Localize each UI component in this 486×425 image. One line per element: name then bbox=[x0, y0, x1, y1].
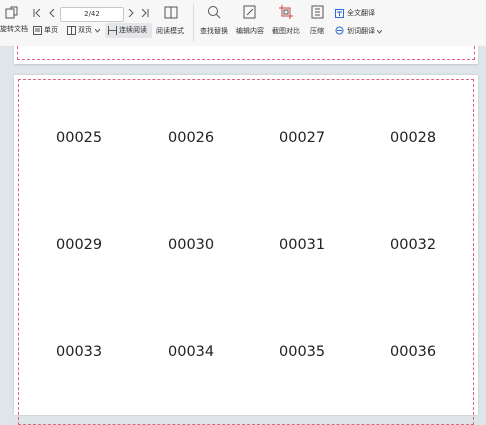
number-cell: 00026 bbox=[168, 130, 215, 146]
number-cell: 00030 bbox=[168, 237, 215, 253]
continuous-read-button[interactable]: 连续阅读 bbox=[105, 23, 152, 38]
number-cell: 00027 bbox=[279, 130, 326, 146]
number-cell: 00029 bbox=[56, 237, 103, 253]
toolbar-divider bbox=[193, 4, 194, 42]
find-replace-label[interactable]: 查找替换 bbox=[200, 27, 228, 36]
single-page-icon bbox=[33, 26, 42, 35]
read-mode-icon[interactable] bbox=[164, 6, 178, 19]
double-page-icon bbox=[67, 26, 76, 35]
previous-page-bottom bbox=[14, 46, 478, 64]
double-page-label: 双页 bbox=[78, 26, 92, 34]
word-translate-icon[interactable] bbox=[335, 26, 344, 35]
number-cell: 00036 bbox=[390, 344, 437, 360]
full-translate-label[interactable]: 全文翻译 bbox=[347, 9, 375, 18]
next-page-icon[interactable] bbox=[127, 9, 135, 17]
rotate-document-icon[interactable] bbox=[5, 6, 19, 20]
number-cell: 00031 bbox=[279, 237, 326, 253]
double-page-button[interactable]: 双页 bbox=[65, 24, 103, 37]
search-icon[interactable] bbox=[207, 5, 221, 19]
current-page: 00025 00026 00027 00028 00029 00030 0003… bbox=[14, 75, 478, 425]
compress-icon[interactable] bbox=[311, 5, 324, 19]
screenshot-compare-icon[interactable] bbox=[279, 5, 293, 19]
number-cell: 00028 bbox=[390, 130, 437, 146]
full-translate-icon[interactable] bbox=[335, 9, 344, 18]
number-cell: 00033 bbox=[56, 344, 103, 360]
edit-content-icon[interactable] bbox=[243, 5, 257, 19]
first-page-icon[interactable] bbox=[33, 9, 41, 17]
vertical-scrollbar[interactable] bbox=[480, 46, 486, 403]
continuous-read-label: 连续阅读 bbox=[119, 26, 147, 34]
compress-label[interactable]: 压缩 bbox=[310, 27, 324, 36]
rotate-document-label[interactable]: 旋转文档 bbox=[0, 25, 28, 34]
page-margin-border bbox=[17, 46, 475, 60]
last-page-icon[interactable] bbox=[141, 9, 149, 17]
previous-page-icon[interactable] bbox=[48, 9, 56, 17]
chevron-down-icon[interactable] bbox=[377, 30, 382, 34]
page-number-input[interactable]: 2/42 bbox=[60, 7, 124, 22]
number-cell: 00035 bbox=[279, 344, 326, 360]
continuous-read-icon bbox=[108, 26, 117, 35]
word-translate-label[interactable]: 划词翻译 bbox=[347, 27, 375, 36]
read-mode-label[interactable]: 阅读模式 bbox=[156, 27, 184, 36]
screenshot-compare-label[interactable]: 截图对比 bbox=[272, 27, 300, 36]
toolbar: 旋转文档 2/42 单页 双页 连续阅读 阅读模式 查找替换 编辑内容 截图对比… bbox=[0, 0, 486, 47]
number-cell: 00032 bbox=[390, 237, 437, 253]
number-cell: 00025 bbox=[56, 130, 103, 146]
chevron-down-icon bbox=[95, 29, 100, 33]
single-page-label: 单页 bbox=[44, 26, 58, 34]
edit-content-label[interactable]: 编辑内容 bbox=[236, 27, 264, 36]
single-page-button[interactable]: 单页 bbox=[31, 24, 63, 37]
number-cell: 00034 bbox=[168, 344, 215, 360]
